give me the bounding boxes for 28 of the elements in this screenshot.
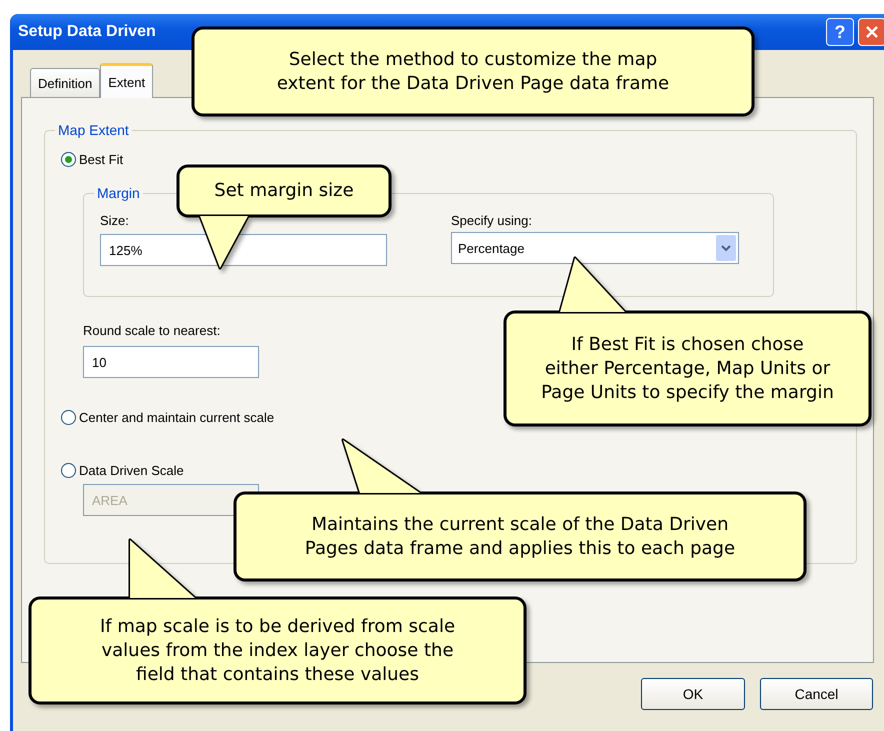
radio-label: Best Fit bbox=[79, 152, 124, 167]
callout-text: If map scale is to be derived from scale values from the index layer choose the field that contains these values bbox=[100, 614, 456, 686]
callout-text: Set margin size bbox=[214, 179, 354, 203]
radio-label: Data Driven Scale bbox=[79, 463, 184, 478]
callout-text: Select the method to customize the map extent for the Data Driven Page data frame bbox=[276, 48, 670, 96]
specify-dropdown[interactable]: Percentage bbox=[451, 232, 739, 264]
size-field[interactable]: 125% bbox=[100, 234, 387, 266]
tab[interactable]: Definition bbox=[30, 68, 100, 98]
callout-text: If Best Fit is chosen chose either Percentage, Map Units or Page Units to specify the margin bbox=[541, 332, 834, 404]
field-label: Specify using: bbox=[451, 213, 533, 228]
group-label: Map Extent bbox=[57, 122, 130, 138]
help-button[interactable]: ? bbox=[826, 18, 854, 46]
round-scale-field[interactable]: 10 bbox=[83, 346, 259, 378]
callout-text: Maintains the current scale of the Data Driven Pages data frame and applies this to each page bbox=[304, 512, 736, 560]
cancel-button[interactable]: Cancel bbox=[760, 678, 873, 710]
field-label: Round scale to nearest: bbox=[83, 323, 222, 338]
tab[interactable]: Extent bbox=[100, 63, 154, 98]
group-label: Margin bbox=[96, 185, 141, 201]
chevron-down-icon bbox=[721, 244, 731, 252]
ok-button[interactable]: OK bbox=[641, 678, 745, 710]
radio-button[interactable] bbox=[61, 152, 76, 167]
radio-button[interactable] bbox=[61, 410, 76, 425]
radio-label: Center and maintain current scale bbox=[79, 410, 274, 425]
close-icon bbox=[865, 25, 879, 39]
window-title: Setup Data Driven bbox=[18, 23, 157, 41]
field-label: Size: bbox=[100, 213, 130, 228]
close-button[interactable] bbox=[858, 18, 884, 46]
radio-button[interactable] bbox=[61, 463, 76, 478]
